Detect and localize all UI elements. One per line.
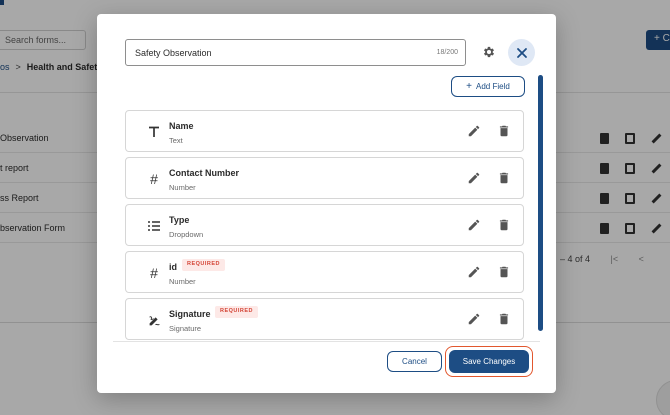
field-card-name[interactable]: Name Text	[125, 110, 524, 152]
field-card-contact-number[interactable]: # Contact Number Number	[125, 157, 524, 199]
cancel-button[interactable]: Cancel	[387, 351, 442, 372]
character-count: 18/200	[436, 49, 458, 56]
trash-icon[interactable]	[497, 124, 511, 138]
form-title-input[interactable]: Safety Observation 18/200	[125, 39, 466, 66]
scrollbar-thumb[interactable]	[538, 75, 543, 331]
field-card-type[interactable]: Type Dropdown	[125, 204, 524, 246]
field-name: id	[169, 262, 177, 272]
gear-icon[interactable]	[482, 45, 496, 59]
trash-icon[interactable]	[497, 312, 511, 326]
pencil-icon[interactable]	[467, 171, 481, 185]
pencil-icon[interactable]	[467, 265, 481, 279]
add-field-label: Add Field	[476, 82, 510, 91]
trash-icon[interactable]	[497, 265, 511, 279]
field-name: Contact Number	[169, 168, 240, 178]
text-icon	[146, 124, 162, 140]
field-type: Number	[169, 277, 196, 286]
field-name: Signature	[169, 309, 211, 319]
field-name: Name	[169, 121, 194, 131]
signature-icon	[146, 312, 162, 328]
field-name: Type	[169, 215, 190, 225]
field-card-signature[interactable]: Signature REQUIRED Signature	[125, 298, 524, 340]
close-icon	[516, 47, 527, 58]
edit-form-dialog: Safety Observation 18/200 + Add Field Na…	[97, 14, 556, 393]
hash-icon: #	[150, 265, 158, 281]
add-field-button[interactable]: + Add Field	[451, 76, 525, 97]
required-badge: REQUIRED	[215, 306, 259, 318]
hash-icon: #	[150, 171, 158, 187]
pencil-icon[interactable]	[467, 312, 481, 326]
field-type: Dropdown	[169, 230, 204, 239]
close-button[interactable]	[508, 39, 535, 66]
plus-icon: +	[466, 80, 473, 92]
pencil-icon[interactable]	[467, 218, 481, 232]
trash-icon[interactable]	[497, 171, 511, 185]
pencil-icon[interactable]	[467, 124, 481, 138]
form-title-value: Safety Observation	[135, 47, 212, 58]
trash-icon[interactable]	[497, 218, 511, 232]
field-type: Text	[169, 136, 183, 145]
save-changes-button[interactable]: Save Changes	[449, 350, 529, 373]
field-card-id[interactable]: # id REQUIRED Number	[125, 251, 524, 293]
field-type: Number	[169, 183, 196, 192]
field-type: Signature	[169, 324, 202, 333]
dialog-footer-divider	[113, 341, 540, 342]
required-badge: REQUIRED	[182, 259, 226, 271]
list-icon	[146, 218, 162, 234]
